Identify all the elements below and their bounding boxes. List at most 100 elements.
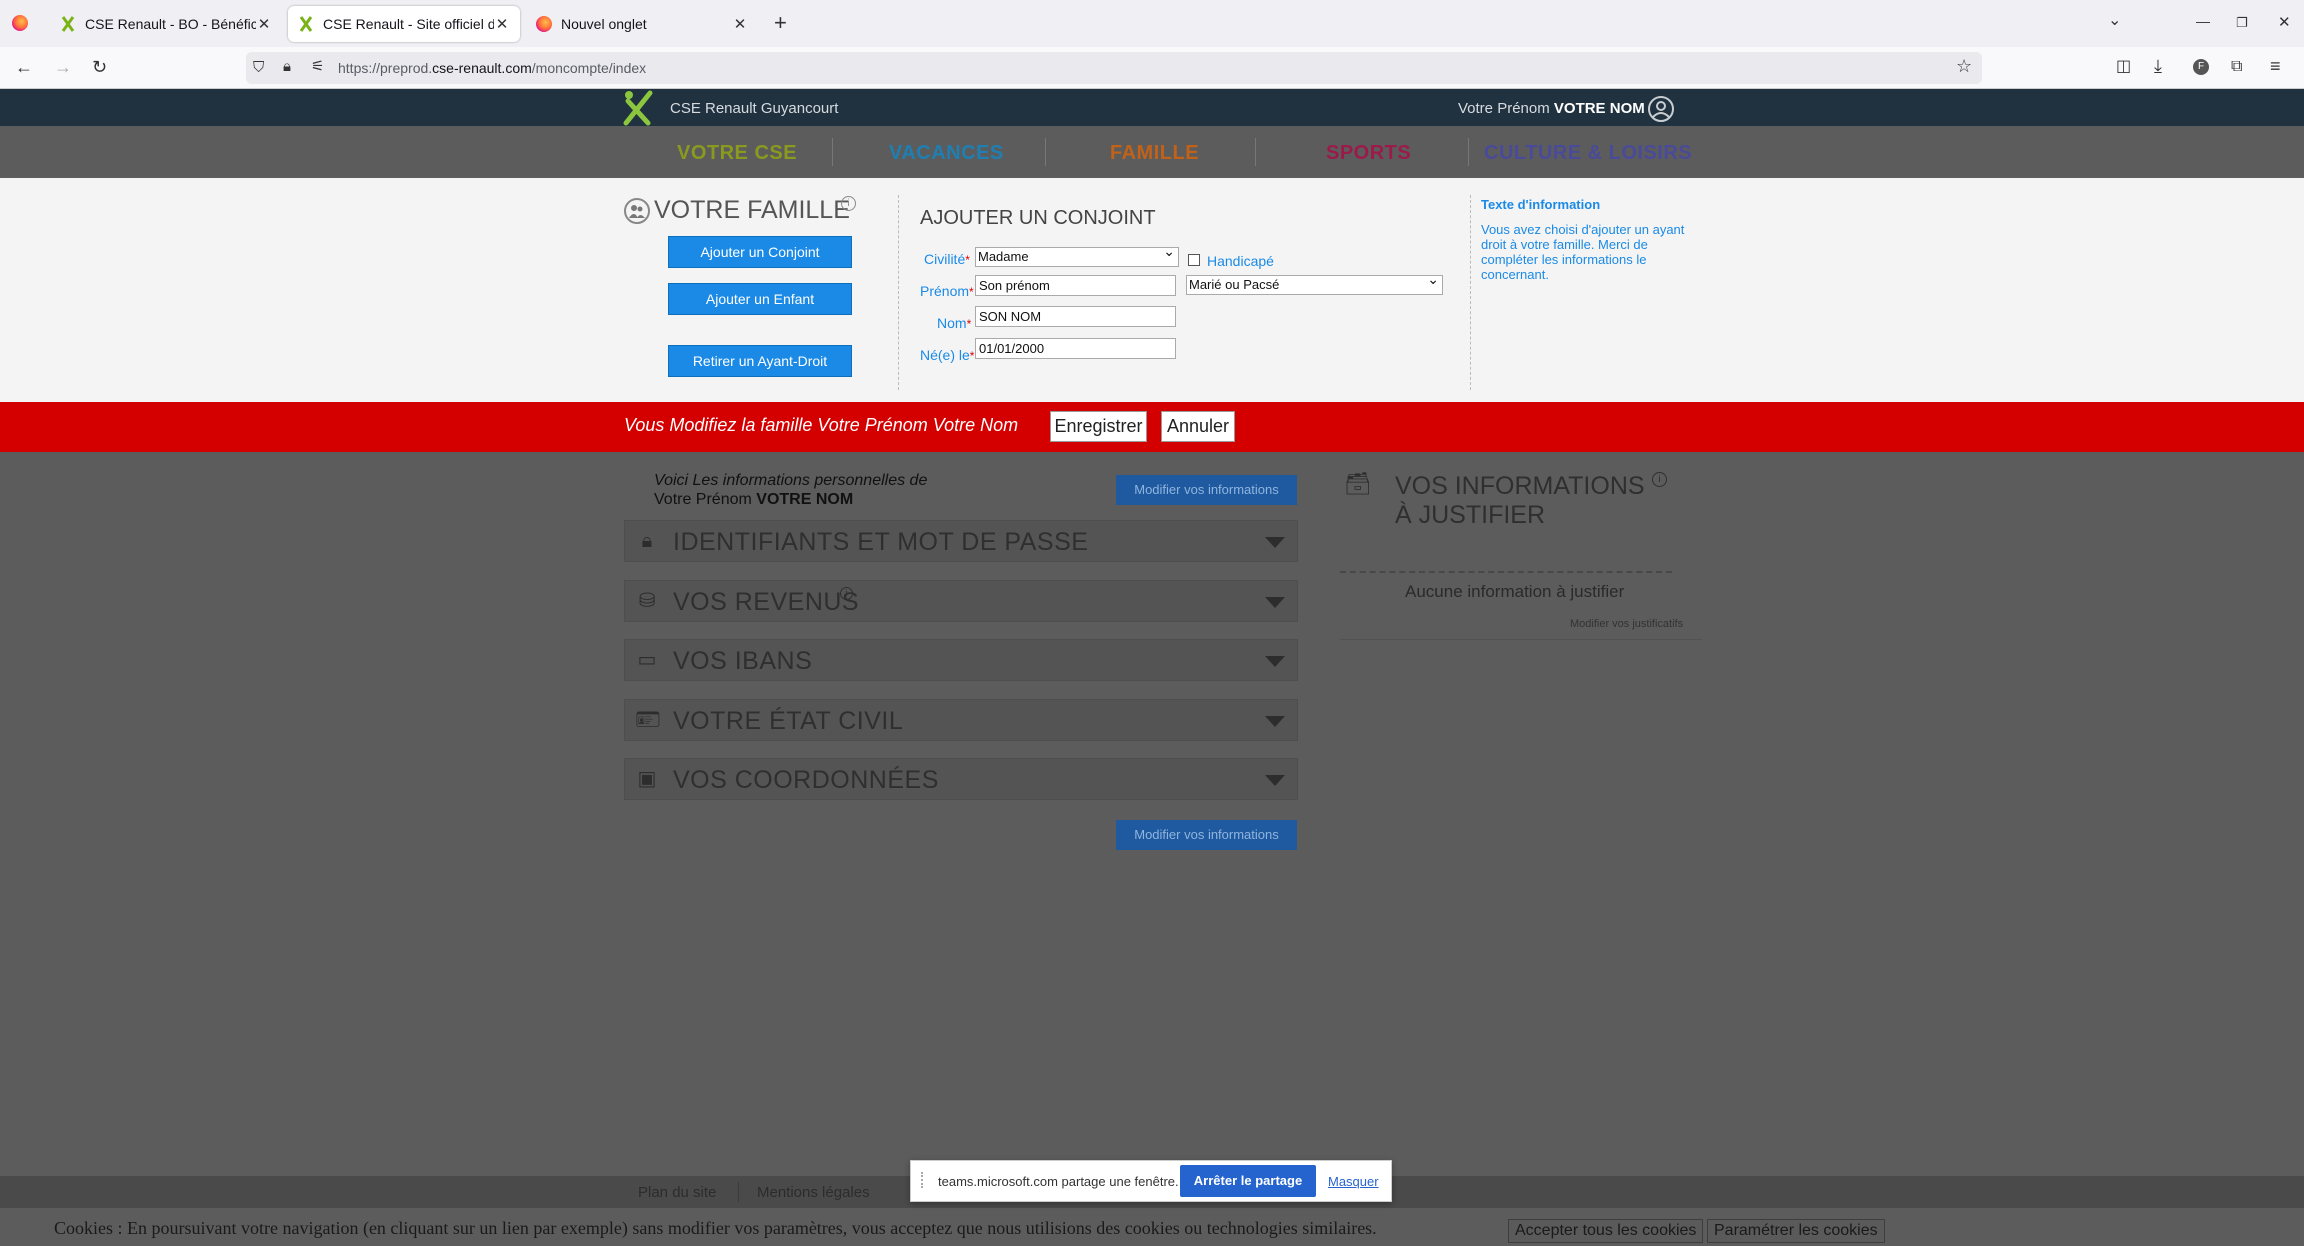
lock-icon[interactable]: 🔒︎: [283, 58, 291, 76]
extensions-icon[interactable]: ⧉: [2231, 58, 2242, 76]
accordion-coordonnees[interactable]: ▣ VOS COORDONNÉES: [624, 758, 1298, 800]
tab-title: CSE Renault - BO - Bénéficiaires: [85, 16, 256, 32]
info-icon[interactable]: i: [841, 196, 856, 211]
site-header: [0, 89, 2304, 126]
accordion-label: VOS IBANS: [673, 647, 813, 675]
close-tab-icon[interactable]: ✕: [732, 15, 748, 33]
modify-info-button-bottom[interactable]: Modifier vos informations: [1116, 820, 1297, 850]
nav-culture-loisirs[interactable]: CULTURE & LOISIRS: [1484, 142, 1692, 165]
pocket-icon[interactable]: ◫: [2116, 58, 2131, 76]
nav-separator: [1255, 138, 1256, 166]
accordion-identifiants[interactable]: 🔒︎ IDENTIFIANTS ET MOT DE PASSE: [624, 520, 1298, 562]
chevron-down-icon[interactable]: [1265, 537, 1285, 548]
site-name[interactable]: CSE Renault Guyancourt: [670, 100, 838, 117]
footer-link-plan[interactable]: Plan du site: [638, 1184, 716, 1201]
url-text[interactable]: https://preprod.cse-renault.com/moncompt…: [338, 60, 646, 76]
prenom-input[interactable]: Son prénom: [975, 275, 1176, 296]
close-window-icon[interactable]: ✕: [2278, 14, 2291, 32]
accept-cookies-button[interactable]: Accepter tous les cookies: [1508, 1219, 1704, 1243]
nom-label: Nom*: [937, 315, 972, 331]
nav-separator: [1045, 138, 1046, 166]
close-tab-icon[interactable]: ✕: [256, 15, 272, 33]
add-enfant-button[interactable]: Ajouter un Enfant: [668, 283, 852, 315]
drag-handle-icon[interactable]: [921, 1172, 927, 1188]
form-title: AJOUTER UN CONJOINT: [920, 207, 1156, 229]
cookie-text: Cookies : En poursuivant votre navigatio…: [54, 1218, 1377, 1238]
accordion-label: IDENTIFIANTS ET MOT DE PASSE: [673, 528, 1089, 556]
remove-ayant-droit-button[interactable]: Retirer un Ayant-Droit: [668, 345, 852, 377]
accordion-label: VOTRE ÉTAT CIVIL: [673, 707, 904, 735]
nav-vacances[interactable]: VACANCES: [889, 142, 1004, 165]
save-button[interactable]: Enregistrer: [1050, 411, 1147, 442]
close-tab-icon[interactable]: ✕: [494, 15, 510, 33]
permissions-icon[interactable]: ⚟: [311, 58, 324, 76]
nav-separator: [1468, 138, 1469, 166]
lock-icon: 🔒︎: [641, 530, 653, 552]
account-icon[interactable]: F: [2193, 59, 2209, 75]
user-name[interactable]: Votre Prénom VOTRE NOM: [1458, 100, 1645, 117]
cookie-settings-button[interactable]: Paramétrer les cookies: [1707, 1219, 1885, 1243]
back-arrow-icon[interactable]: ←: [15, 58, 33, 76]
chevron-down-icon[interactable]: [1265, 775, 1285, 786]
tab-nouvel-onglet[interactable]: Nouvel onglet ✕: [526, 6, 758, 42]
bookmark-star-icon[interactable]: ☆: [1956, 57, 1972, 75]
handicape-checkbox[interactable]: [1188, 254, 1200, 266]
tab-title: Nouvel onglet: [561, 16, 647, 32]
minimize-icon[interactable]: —: [2196, 12, 2210, 30]
greeting-text: Voici Les informations personnelles de V…: [654, 472, 928, 508]
no-justify-text: Aucune information à justifier: [1405, 582, 1625, 601]
cse-favicon-icon: [60, 16, 76, 32]
edit-mode-text: Vous Modifiez la famille Votre Prénom Vo…: [624, 415, 1019, 435]
info-text: Vous avez choisi d'ajouter un ayant droi…: [1481, 222, 1685, 282]
justify-title: VOS INFORMATIONS À JUSTIFIER: [1395, 472, 1645, 529]
hide-button[interactable]: Masquer: [1328, 1174, 1379, 1189]
forward-arrow-icon[interactable]: →: [54, 58, 72, 76]
family-title: VOTRE FAMILLE: [654, 196, 850, 224]
info-icon[interactable]: i: [840, 587, 853, 600]
menu-hamburger-icon[interactable]: ≡: [2270, 57, 2281, 75]
nom-input[interactable]: SON NOM: [975, 306, 1176, 327]
tracking-shield-icon[interactable]: ⛉: [253, 59, 264, 77]
naissance-label: Né(e) le*: [920, 347, 975, 363]
accordion-label: VOS COORDONNÉES: [673, 766, 939, 794]
downloads-icon[interactable]: ⤓: [2154, 57, 2162, 75]
accordion-ibans[interactable]: ▭ VOS IBANS: [624, 639, 1298, 681]
firefox-icon: [536, 16, 552, 32]
tab-bo-beneficiaires[interactable]: CSE Renault - BO - Bénéficiaires ✕: [50, 6, 282, 42]
coins-icon: ⛁: [638, 590, 656, 612]
footer-separator: [738, 1182, 739, 1202]
nav-sports[interactable]: SPORTS: [1326, 142, 1411, 165]
cancel-button[interactable]: Annuler: [1161, 411, 1235, 442]
situation-select[interactable]: Marié ou Pacsé: [1186, 271, 1443, 295]
cse-logo[interactable]: [620, 89, 656, 126]
restore-icon[interactable]: ❐: [2236, 14, 2248, 32]
user-avatar-icon[interactable]: [1648, 96, 1674, 122]
tab-site-officiel[interactable]: CSE Renault - Site officiel du Comité ✕: [288, 6, 520, 42]
reload-icon[interactable]: ↻: [92, 58, 107, 76]
footer-link-mentions[interactable]: Mentions légales: [757, 1184, 870, 1201]
naissance-input[interactable]: 01/01/2000: [975, 338, 1176, 359]
family-icon: [624, 198, 650, 224]
nav-famille[interactable]: FAMILLE: [1110, 142, 1199, 165]
info-icon[interactable]: i: [1652, 472, 1667, 487]
nav-votre-cse[interactable]: VOTRE CSE: [677, 142, 797, 165]
accordion-etat-civil[interactable]: 🪪︎ VOTRE ÉTAT CIVIL: [624, 699, 1298, 741]
firefox-view-icon[interactable]: [12, 15, 28, 31]
teams-share-text: teams.microsoft.com partage une fenêtre.: [938, 1174, 1179, 1189]
chevron-down-icon[interactable]: [1265, 656, 1285, 667]
browser-tab-bar: CSE Renault - BO - Bénéficiaires ✕ CSE R…: [0, 0, 2304, 47]
tab-list-chevron-down-icon[interactable]: ⌄: [2108, 12, 2121, 30]
modify-info-button[interactable]: Modifier vos informations: [1116, 475, 1297, 505]
modify-justificatifs-link[interactable]: Modifier vos justificatifs: [1570, 618, 1683, 630]
divider: [1340, 571, 1672, 573]
accordion-revenus[interactable]: ⛁ VOS REVENUS i: [624, 580, 1298, 622]
new-tab-icon[interactable]: +: [774, 12, 787, 34]
archive-icon: 🗃︎: [1344, 471, 1372, 496]
civilite-select[interactable]: Madame: [975, 243, 1179, 267]
stop-sharing-button[interactable]: Arrêter le partage: [1180, 1165, 1316, 1197]
chevron-down-icon[interactable]: [1265, 716, 1285, 727]
prenom-label: Prénom*: [920, 283, 974, 299]
chevron-down-icon[interactable]: [1265, 597, 1285, 608]
handicape-label[interactable]: Handicapé: [1207, 253, 1274, 269]
add-conjoint-button[interactable]: Ajouter un Conjoint: [668, 236, 852, 268]
